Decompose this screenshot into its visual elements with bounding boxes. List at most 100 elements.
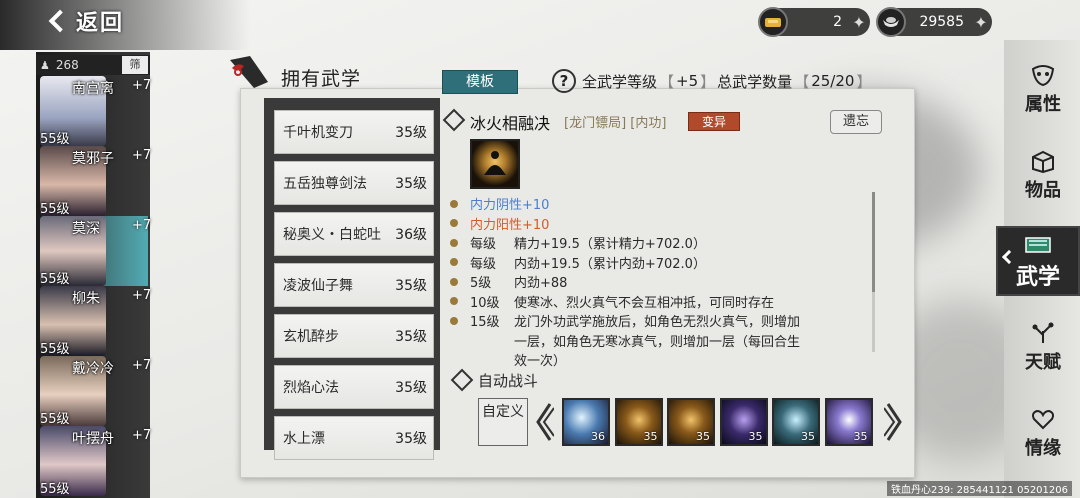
character-level: 55级 — [40, 132, 70, 147]
character-level: 55级 — [40, 272, 70, 287]
attribute-key: 15级 — [470, 315, 500, 330]
book-icon — [1023, 231, 1053, 257]
skill-name: 千叶机变刀 — [283, 125, 353, 141]
attribute-key: 每级 — [470, 237, 497, 252]
nav-tab-0[interactable]: 属性 — [1012, 54, 1074, 124]
skill-level: 35级 — [395, 380, 427, 396]
attribute-text: 一层，如角色无寒冰真气，则增加一层（每回合生 — [514, 334, 801, 350]
team-icon: ♟ — [40, 58, 50, 72]
skill-attribute-row: 每级 内劲+19.5（累计内劲+702.0） — [450, 253, 706, 272]
attribute-text: 内力阴性+10 — [470, 198, 550, 213]
bullet-icon — [450, 258, 458, 266]
skill-list-item[interactable]: 凌波仙子舞 35级 — [274, 263, 434, 307]
emblem-icon — [224, 52, 272, 92]
branch-icon — [1028, 320, 1058, 346]
skill-name: 秘奥义・白蛇吐 — [283, 227, 381, 243]
character-bonus: +7 — [132, 148, 152, 163]
attribute-text: 使寒冰、烈火真气不会互相冲抵，可同时存在 — [514, 295, 775, 311]
slot-level: 35 — [696, 430, 710, 443]
nav-tab-label: 武学 — [1015, 265, 1060, 290]
skill-list-item[interactable]: 千叶机变刀 35级 — [274, 110, 434, 154]
attribute-text: 精力+19.5（累计精力+702.0） — [514, 237, 706, 252]
gold-currency: 2 ✦ — [758, 7, 870, 37]
skill-name: 水上漂 — [283, 431, 325, 447]
filter-button[interactable]: 筛 — [122, 56, 148, 74]
auto-battle-skill-slot[interactable]: 35 — [667, 398, 715, 446]
attribute-text: 龙门外功武学施放后，如角色无烈火真气，则增加 — [514, 315, 801, 330]
nav-tab-1[interactable]: 物品 — [1012, 140, 1074, 210]
slot-level: 35 — [853, 430, 868, 443]
attribute-text: 内劲+19.5（累计内劲+702.0） — [514, 256, 706, 272]
skill-level: 35级 — [395, 278, 427, 294]
auto-battle-skill-slot[interactable]: 35 — [772, 398, 820, 446]
nav-tab-3[interactable]: 天赋 — [1012, 312, 1074, 382]
nav-tab-label: 情缘 — [1025, 438, 1061, 459]
skill-list-item[interactable]: 秘奥义・白蛇吐 36级 — [274, 212, 434, 256]
character-bonus: +7 — [132, 358, 152, 373]
back-button[interactable]: 返回 — [46, 4, 124, 38]
roster-count: 268 — [55, 58, 79, 72]
gold-amount: 2 — [833, 14, 842, 30]
customize-button[interactable]: 自定义 — [478, 398, 528, 446]
slot-level: 36 — [591, 430, 605, 443]
back-arrow-icon — [46, 10, 68, 32]
skill-list-item[interactable]: 水上漂 35级 — [274, 416, 434, 460]
attribute-key: 每级 — [470, 256, 497, 272]
character-item[interactable]: 莫深 +7 55级 — [40, 216, 152, 287]
chevron-right-icon[interactable] — [884, 402, 904, 442]
character-bonus: +7 — [132, 288, 152, 303]
attribute-key: 10级 — [470, 295, 500, 311]
character-bonus: +7 — [132, 218, 152, 233]
character-item[interactable]: 南宫离 +7 55级 — [40, 76, 151, 147]
nav-tab-4[interactable]: 情缘 — [1012, 398, 1074, 468]
detail-scrollbar[interactable] — [872, 192, 875, 352]
auto-battle-skill-slot[interactable]: 36 — [562, 398, 610, 446]
template-button[interactable]: 模板 — [442, 70, 518, 94]
roster-filter-row: ♟ 268 筛 — [36, 55, 150, 75]
skill-stats: ? 全武学等级 【+5】 总武学数量 【25/20】 — [552, 68, 873, 94]
auto-battle-title: 自动战斗 — [478, 372, 539, 390]
auto-battle-skill-slot[interactable]: 35 — [719, 398, 768, 446]
all-skill-level-label: 全武学等级 — [582, 72, 658, 91]
slot-level: 35 — [748, 430, 763, 443]
skill-list-item[interactable]: 烈焰心法 35级 — [274, 365, 434, 409]
character-item[interactable]: 柳朱 +7 55级 — [40, 286, 152, 357]
nav-tab-label: 物品 — [1025, 180, 1061, 201]
character-item[interactable]: 叶摆舟 +7 55级 — [40, 426, 152, 497]
skill-list-item[interactable]: 五岳独尊剑法 35级 — [274, 161, 434, 205]
character-bonus: +7 — [132, 428, 152, 443]
help-icon[interactable]: ? — [552, 69, 576, 93]
skill-list-item[interactable]: 玄机醉步 35级 — [274, 314, 434, 358]
chevron-left-icon[interactable] — [534, 402, 554, 442]
skill-name: 凌波仙子舞 — [283, 278, 353, 294]
character-item[interactable]: 莫邪子 +7 55级 — [40, 146, 152, 217]
add-silver-icon[interactable]: ✦ — [970, 13, 992, 32]
skill-level: 35级 — [395, 176, 427, 192]
auto-battle-skill-slot[interactable]: 35 — [824, 398, 873, 446]
gold-ingot-icon — [758, 7, 788, 37]
forget-button[interactable]: 遗忘 — [830, 110, 882, 134]
character-name: 莫邪子 — [72, 151, 114, 167]
character-name: 莫深 — [72, 221, 100, 237]
nav-tab-2[interactable]: 武学 — [996, 226, 1080, 296]
silver-currency: 29585 ✦ — [876, 7, 992, 37]
character-name: 戴冷冷 — [72, 361, 114, 377]
skill-level: 35级 — [395, 329, 427, 345]
character-level: 55级 — [40, 482, 70, 497]
skill-attribute-row: 10级 使寒冰、烈火真气不会互相冲抵，可同时存在 — [450, 292, 774, 311]
skill-attribute-row: 15级 龙门外功武学施放后，如角色无烈火真气，则增加 — [450, 311, 800, 330]
character-level: 55级 — [40, 202, 70, 217]
skill-attribute-row: 内力阴性+10 — [450, 194, 549, 213]
selected-arrow-icon — [1001, 249, 1017, 265]
skill-attribute-row: 每级 精力+19.5（累计精力+702.0） — [450, 233, 706, 252]
character-name: 叶摆舟 — [72, 431, 114, 447]
auto-battle-skill-slot[interactable]: 35 — [614, 398, 663, 446]
skill-detail-name: 冰火相融决 — [470, 114, 551, 133]
character-item[interactable]: 戴冷冷 +7 55级 — [40, 356, 152, 427]
user-id-footer: 铁血丹心239: 285441121 05201206 — [887, 481, 1072, 496]
bullet-icon — [450, 297, 458, 305]
slot-level: 35 — [801, 430, 815, 443]
attribute-text: 内力阳性+10 — [470, 217, 550, 233]
skill-detail-tags: [龙门镖局] [内功] — [564, 116, 667, 131]
add-gold-icon[interactable]: ✦ — [848, 13, 870, 32]
